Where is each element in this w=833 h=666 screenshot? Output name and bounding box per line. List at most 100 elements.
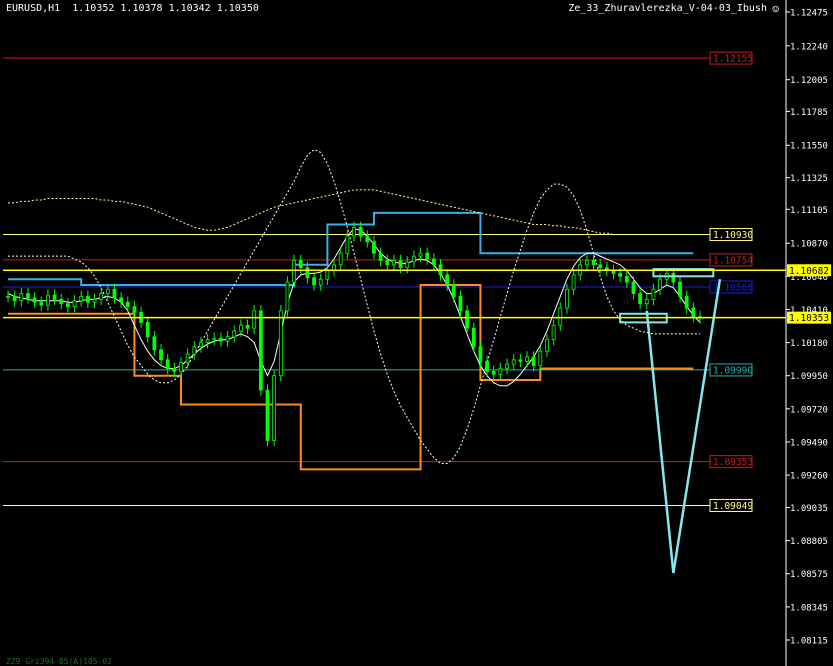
candle-body (185, 353, 190, 364)
ohlc-label: 1.10352 1.10378 1.10342 1.10350 (72, 3, 259, 14)
candle-body (358, 226, 363, 237)
candle-body (205, 339, 210, 343)
price-tick-label: 1.09260 (790, 472, 828, 482)
candle-body (531, 356, 536, 367)
candle-body (19, 293, 24, 302)
candle-body (525, 356, 529, 362)
candle-body (644, 298, 649, 305)
indicator-line (8, 148, 700, 465)
level-label: 1.12155 (713, 54, 753, 65)
candle-body (265, 389, 270, 441)
candle-body (125, 301, 130, 307)
level-label: 1.09353 (713, 457, 753, 468)
candle-body (558, 307, 563, 326)
price-tick-label: 1.09950 (790, 372, 828, 382)
candle-body (565, 288, 569, 309)
candle-body (551, 324, 556, 341)
candle-body (232, 330, 237, 338)
level-label: 1.10930 (713, 230, 753, 241)
level-label: 1.10754 (713, 255, 753, 266)
candle-body (518, 359, 523, 362)
candle-body (238, 324, 243, 332)
candle-body (219, 337, 223, 342)
candle-body (345, 235, 350, 254)
candle-body (624, 275, 629, 283)
candle-body (365, 235, 370, 243)
candle-body (318, 278, 323, 286)
candle-body (338, 252, 343, 266)
candle-body (651, 288, 656, 300)
candle-body (638, 293, 643, 305)
candle-body (398, 260, 403, 269)
candle-body (538, 350, 543, 367)
candle-body (92, 298, 97, 303)
candle-body (352, 226, 356, 237)
price-tick-label: 1.08805 (790, 537, 828, 547)
candle-body (172, 368, 177, 372)
price-tick-label: 1.12475 (790, 9, 828, 19)
candle-body (298, 260, 303, 269)
level-label: 1.09049 (713, 501, 753, 512)
candle-body (458, 296, 463, 312)
candle-body (52, 294, 57, 300)
candle-body (691, 307, 696, 318)
candle-body (179, 362, 183, 372)
candle-body (584, 260, 589, 266)
candle-body (192, 346, 197, 355)
candle-body (305, 267, 310, 279)
candle-body (671, 273, 676, 283)
price-tick-label: 1.08575 (790, 570, 828, 580)
candle-body (491, 370, 496, 375)
candle-body (498, 368, 503, 375)
candle-body (571, 274, 576, 290)
candle-body (385, 260, 390, 266)
footer-label: ZZ9 Grz394 85(A)105-02 (6, 657, 112, 666)
candle-body (485, 360, 489, 372)
candle-body (72, 300, 77, 307)
price-tick-label: 1.08115 (790, 637, 828, 647)
price-chart[interactable]: 1.12475 1.12240 1.12005 1.11785 1.11550 1.113… (0, 0, 833, 666)
candle-body (32, 297, 37, 303)
candle-body (684, 296, 689, 309)
forecast-arrow (645, 310, 675, 574)
candle-body (212, 337, 217, 341)
candle-body (285, 281, 290, 312)
candle-body (431, 258, 436, 266)
price-tick-label: 1.10180 (790, 339, 828, 349)
current-price-label: 1.10682 (789, 266, 829, 277)
candle-body (145, 321, 150, 338)
candle-body (292, 260, 297, 283)
candle-body (252, 310, 257, 329)
candle-body (658, 278, 662, 290)
candle-body (79, 296, 84, 302)
candle-body (258, 310, 263, 391)
candle-body (6, 296, 10, 298)
candle-body (378, 252, 383, 261)
candle-body (65, 303, 70, 307)
candle-body (418, 252, 423, 257)
candle-body (112, 288, 117, 299)
candle-body (545, 339, 549, 352)
indicator-line (8, 211, 694, 286)
candle-body (505, 363, 509, 369)
smiley-icon: ☺ (772, 3, 779, 16)
candle-body (245, 324, 250, 329)
candle-body (278, 310, 283, 377)
indicator-label: Ze_33_Zhuravlerezka_V-04-03_Ibush (568, 3, 767, 14)
candle-body (465, 310, 470, 329)
current-price-label: 1.10353 (789, 313, 829, 324)
candle-body (372, 241, 376, 254)
price-tick-label: 1.12005 (790, 76, 828, 86)
price-tick-label: 1.11785 (790, 108, 828, 118)
symbol-label: EURUSD,H1 (6, 3, 61, 14)
candle-body (85, 296, 90, 303)
candle-body (325, 270, 330, 280)
candle-body (451, 284, 456, 297)
candle-body (425, 252, 430, 260)
price-tick-label: 1.12240 (790, 42, 828, 52)
candle-body (411, 255, 416, 263)
candle-body (631, 281, 636, 294)
symbol-header: EURUSD,H1 1.10352 1.10378 1.10342 1.1035… (6, 3, 259, 14)
chart-window[interactable]: 1.12475 1.12240 1.12005 1.11785 1.11550 1.113… (0, 0, 833, 666)
candle-body (105, 288, 110, 294)
